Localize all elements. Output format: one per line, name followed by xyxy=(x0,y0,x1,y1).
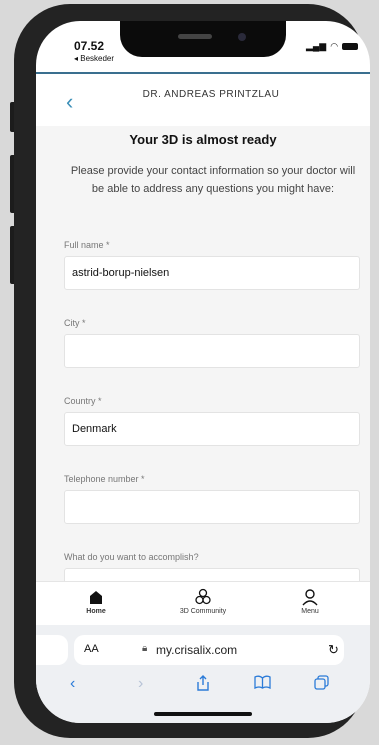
accomplish-label: What do you want to accomplish? xyxy=(64,552,199,562)
nav-3d-community[interactable]: 3D Community xyxy=(163,588,243,615)
page-description: Please provide your contact information … xyxy=(70,165,356,195)
full-name-field[interactable]: astrid-borup-nielsen xyxy=(64,256,360,290)
bottom-nav: Home 3D Community Menu xyxy=(36,581,370,626)
back-button[interactable]: ‹ xyxy=(66,89,73,115)
wifi-icon: ◠ xyxy=(330,41,339,51)
reader-aa-button[interactable]: AA xyxy=(84,643,99,655)
app-header: ‹ DR. ANDREAS PRINTZLAU xyxy=(36,74,370,127)
reload-icon[interactable]: ↻ xyxy=(328,642,339,658)
chevron-left-icon: ‹ xyxy=(66,89,74,114)
share-icon[interactable] xyxy=(196,675,210,696)
previous-tab-preview[interactable] xyxy=(36,635,68,665)
user-icon xyxy=(270,588,350,606)
telephone-label: Telephone number * xyxy=(64,474,145,484)
accomplish-field[interactable] xyxy=(64,568,360,581)
speaker xyxy=(178,34,212,39)
signal-icon: ▂▄▆ xyxy=(306,41,327,51)
url-text: my.crisalix.com xyxy=(156,643,238,657)
doctor-name: DR. ANDREAS PRINTZLAU xyxy=(142,89,280,100)
telephone-field[interactable] xyxy=(64,490,360,524)
nav-menu-label: Menu xyxy=(301,608,319,615)
nav-menu[interactable]: Menu xyxy=(270,588,350,615)
city-label: City * xyxy=(64,318,86,328)
home-icon xyxy=(56,588,136,606)
nav-community-label: 3D Community xyxy=(179,608,227,615)
lock-icon: 🔒︎ xyxy=(142,643,148,654)
browser-forward-button[interactable]: › xyxy=(138,675,143,693)
form-content[interactable]: Your 3D is almost ready Please provide y… xyxy=(36,126,370,581)
status-back-app[interactable]: ◂ Beskeder xyxy=(74,54,114,63)
browser-bar: AA 🔒︎ my.crisalix.com ↻ ‹ › xyxy=(36,625,370,723)
camera xyxy=(238,33,246,41)
nav-home[interactable]: Home xyxy=(56,588,136,615)
full-name-label: Full name * xyxy=(64,240,110,250)
phone-screen: 07.52 ◂ Beskeder ▂▄▆ ◠ ‹ DR. ANDREAS PRI… xyxy=(36,21,370,723)
status-time: 07.52 xyxy=(74,39,105,53)
tabs-icon[interactable] xyxy=(314,675,329,695)
phone-frame: 07.52 ◂ Beskeder ▂▄▆ ◠ ‹ DR. ANDREAS PRI… xyxy=(14,4,370,738)
country-field[interactable]: Denmark xyxy=(64,412,360,446)
url-bar[interactable]: AA 🔒︎ my.crisalix.com ↻ xyxy=(74,635,344,665)
page-title: Your 3D is almost ready xyxy=(129,132,277,147)
home-indicator xyxy=(154,712,252,716)
city-field[interactable] xyxy=(64,334,360,368)
browser-back-button[interactable]: ‹ xyxy=(70,675,75,693)
community-icon xyxy=(163,588,243,606)
battery-icon xyxy=(342,43,359,50)
bookmarks-icon[interactable] xyxy=(254,675,271,694)
country-label: Country * xyxy=(64,396,102,406)
status-icons: ▂▄▆ ◠ xyxy=(306,41,359,52)
nav-home-label: Home xyxy=(86,608,106,615)
notch xyxy=(120,21,286,57)
